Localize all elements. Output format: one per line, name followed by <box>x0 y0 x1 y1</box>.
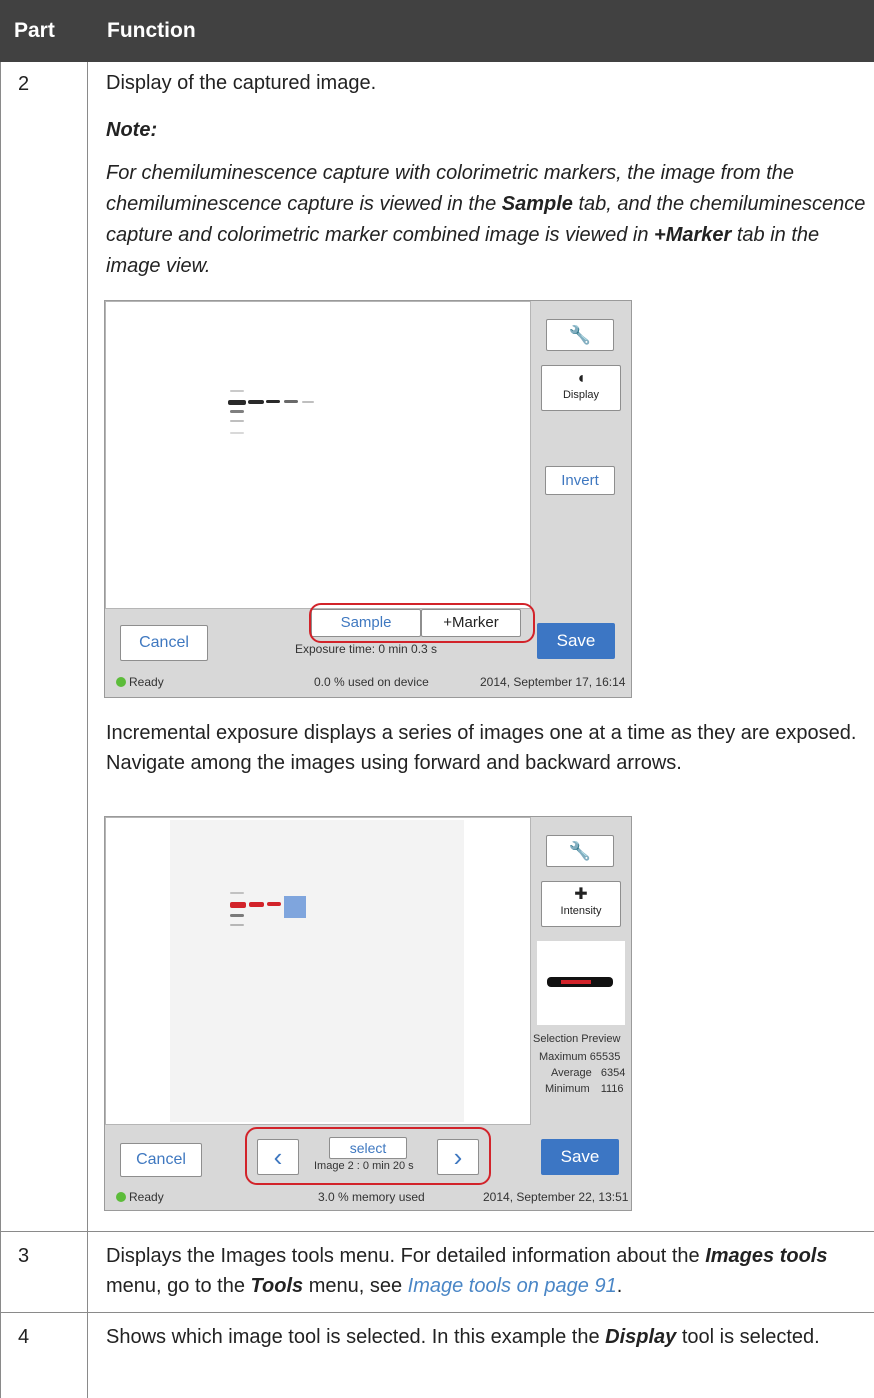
row-divider <box>0 1312 874 1313</box>
blot-band <box>302 401 314 403</box>
blot-band <box>230 914 244 917</box>
preview-label: Selection Preview <box>533 1033 621 1045</box>
preview-band-red <box>561 980 591 984</box>
display-label: Display <box>562 389 600 401</box>
function-text: Displays the Images tools menu. For deta… <box>106 1245 828 1297</box>
blot-band <box>248 400 264 404</box>
note-label: Note: <box>106 119 158 141</box>
column-divider <box>87 62 88 1398</box>
intensity-tool-button[interactable]: ✚ Intensity <box>541 881 621 927</box>
function-text: Shows which image tool is selected. In t… <box>106 1326 820 1348</box>
image-view <box>105 301 531 609</box>
memory-used: 0.0 % used on device <box>314 675 429 689</box>
blot-band <box>230 892 244 894</box>
capture-screen-sample: 🔧 ◖ Display Invert Sample +Marker Cancel… <box>104 300 632 698</box>
blot-band <box>230 924 244 926</box>
header-function: Function <box>107 19 196 42</box>
part-number: 2 <box>18 73 30 95</box>
memory-used: 3.0 % memory used <box>318 1190 425 1204</box>
cancel-button[interactable]: Cancel <box>120 625 208 661</box>
blot-band <box>228 400 246 405</box>
status-indicator-icon <box>116 1192 126 1202</box>
blot-band <box>230 420 244 422</box>
exposure-time: Exposure time: 0 min 0.3 s <box>295 642 438 656</box>
image-info: Image 2 : 0 min 20 s <box>314 1160 414 1172</box>
blot-band <box>267 902 281 906</box>
display-icon: ◖ <box>576 370 586 387</box>
note-text: For chemiluminescence capture with color… <box>106 162 866 277</box>
wrench-icon[interactable]: 🔧 <box>546 835 614 867</box>
image-tools-link[interactable]: Image tools on page 91 <box>408 1275 617 1297</box>
next-image-button[interactable]: › <box>437 1139 479 1175</box>
status-text: Ready <box>129 675 164 689</box>
function-text: Display of the captured image. <box>106 72 377 94</box>
blot-image <box>170 820 464 1122</box>
blot-band <box>266 400 280 403</box>
blot-band <box>230 410 244 413</box>
blot-band <box>230 390 244 392</box>
invert-button[interactable]: Invert <box>545 466 615 495</box>
blot-band <box>249 902 264 907</box>
stat-min: Minimum 1116 <box>545 1083 624 1095</box>
selection-square[interactable] <box>284 896 306 918</box>
wrench-icon[interactable]: 🔧 <box>546 319 614 351</box>
part-number: 4 <box>18 1326 30 1348</box>
left-border <box>0 62 1 1398</box>
image-view <box>105 817 531 1125</box>
row-divider <box>0 1231 874 1232</box>
display-tool-button[interactable]: ◖ Display <box>541 365 621 411</box>
save-button[interactable]: Save <box>541 1139 619 1175</box>
prev-image-button[interactable]: ‹ <box>257 1139 299 1175</box>
blot-band <box>284 400 298 403</box>
blot-band <box>230 432 244 434</box>
date-time: 2014, September 22, 13:51 <box>483 1190 629 1204</box>
incremental-exposure-text: Incremental exposure displays a series o… <box>106 722 857 774</box>
table-header: Part Function <box>0 0 874 62</box>
header-part: Part <box>14 19 55 42</box>
blot-band <box>230 902 246 908</box>
pipette-icon: ✚ <box>574 886 588 903</box>
part-number: 3 <box>18 1245 30 1267</box>
status-text: Ready <box>129 1190 164 1204</box>
cancel-button[interactable]: Cancel <box>120 1143 202 1177</box>
intensity-label: Intensity <box>560 905 602 917</box>
stat-avg: Average 6354 <box>551 1067 626 1079</box>
date-time: 2014, September 17, 16:14 <box>480 675 626 689</box>
select-button[interactable]: select <box>329 1137 407 1159</box>
highlight-box <box>309 603 535 643</box>
status-indicator-icon <box>116 677 126 687</box>
save-button[interactable]: Save <box>537 623 615 659</box>
selection-preview <box>537 941 625 1025</box>
stat-max: Maximum 65535 <box>539 1051 621 1063</box>
capture-screen-incremental: 🔧 ✚ Intensity Selection Preview Maximum … <box>104 816 632 1211</box>
